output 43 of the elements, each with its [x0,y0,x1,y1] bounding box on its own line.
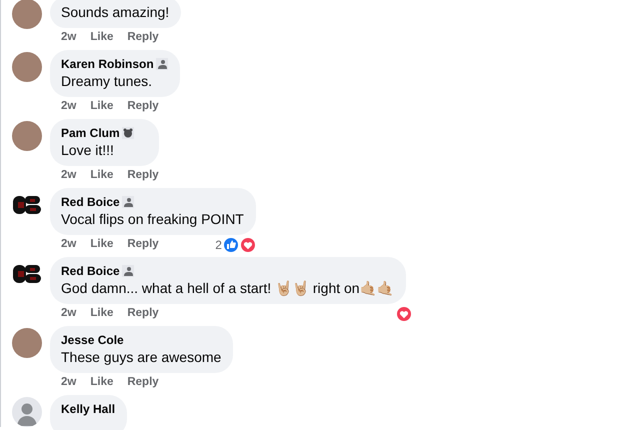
avatar-photo-placeholder [12,52,42,82]
author-name[interactable]: Red Boice [61,263,120,279]
comment-text: These guys are awesome [61,348,222,367]
contributor-icon [122,265,134,277]
author-name[interactable]: Karen Robinson [61,56,154,72]
like-link[interactable]: Like [90,29,114,47]
avatar-photo-placeholder [12,328,42,358]
badge-icon [122,127,134,139]
reply-link[interactable]: Reply [127,305,159,323]
like-link[interactable]: Like [90,305,114,323]
comment-text: God damn... what a hell of a start! 🤘🏼🤘🏼 right on🤙🏼🤙🏼 [61,279,394,298]
reply-link[interactable]: Reply [127,29,159,47]
author-name[interactable]: Red Boice [61,194,120,210]
timestamp[interactable]: 2w [61,305,76,323]
like-link[interactable]: Like [90,374,114,392]
reply-link[interactable]: Reply [127,236,159,254]
comment-text: Vocal flips on freaking POINT [61,210,244,229]
timestamp[interactable]: 2w [61,167,76,185]
reply-link[interactable]: Reply [127,374,159,392]
comment-text: Dreamy tunes. [61,72,154,91]
contributor-icon [156,58,168,70]
like-reaction-icon [222,237,239,253]
timestamp[interactable]: 2w [61,98,76,116]
comment-text: Love it!!! [61,141,115,160]
love-reaction-icon [396,306,412,322]
timestamp[interactable]: 2w [61,29,76,47]
like-link[interactable]: Like [90,98,114,116]
comment-text: Sounds amazing! [61,3,170,22]
author-name[interactable]: Jesse Cole [61,332,124,348]
author-name[interactable]: Pam Clum [61,125,120,141]
reply-link[interactable]: Reply [127,98,159,116]
like-link[interactable]: Like [90,167,114,185]
contributor-icon [122,196,134,208]
reply-link[interactable]: Reply [127,167,159,185]
reaction-count: 2 [215,237,222,254]
avatar-photo-placeholder [12,121,42,151]
timestamp[interactable]: 2w [61,236,76,254]
author-name[interactable]: Kelly Hall [61,401,116,417]
love-reaction-icon [240,237,256,253]
like-link[interactable]: Like [90,236,114,254]
default-avatar [12,397,42,427]
timestamp[interactable]: 2w [61,374,76,392]
avatar-photo-placeholder [12,0,42,29]
